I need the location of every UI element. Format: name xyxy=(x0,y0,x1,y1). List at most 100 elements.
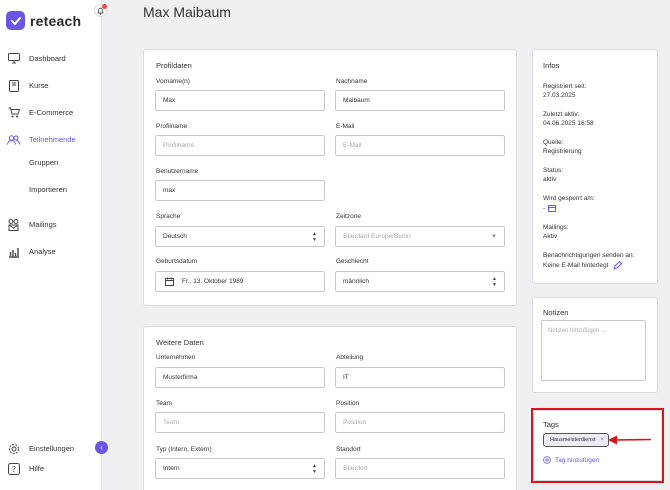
monitor-icon xyxy=(7,52,20,65)
location-field[interactable]: Standort xyxy=(335,458,505,479)
language-select[interactable]: Deutsch ▲ ▼ xyxy=(155,226,325,247)
tag-label: Hausmeisterdienst xyxy=(550,437,596,443)
logo[interactable]: reteach xyxy=(6,11,81,30)
sidebar-item-analyse[interactable]: Analyse xyxy=(7,245,56,258)
notes-textarea[interactable]: Notizen hinzufügen ... xyxy=(541,320,646,381)
timezone-select[interactable]: Standard Europe/Berlin ▼ xyxy=(335,226,505,247)
chevron-left-icon: ‹ xyxy=(100,443,103,452)
sidebar-item-label: Einstellungen xyxy=(29,444,75,453)
sidebar-item-einstellungen[interactable]: Einstellungen xyxy=(7,442,74,455)
notify-value: Keine E-Mail hinterlegt xyxy=(543,262,609,269)
timezone-value: Standard Europe/Berlin xyxy=(343,233,411,240)
source-label: Quelle: xyxy=(543,139,564,146)
blocked-row: - xyxy=(543,204,557,213)
birthdate-value: Fr., 13. Oktober 1989 xyxy=(182,278,244,285)
mailings-value: Aktiv xyxy=(543,233,558,240)
chart-icon xyxy=(7,245,20,258)
collapse-sidebar-button[interactable]: ‹ xyxy=(95,441,108,454)
sidebar-item-label: E-Commerce xyxy=(29,108,74,117)
annotation-arrow-icon xyxy=(608,435,652,445)
notify-row: Keine E-Mail hinterlegt xyxy=(543,261,623,270)
sidebar-item-dashboard[interactable]: Dashboard xyxy=(7,52,66,65)
birthdate-field[interactable]: Fr., 13. Oktober 1989 xyxy=(155,271,325,292)
sidebar-item-teilnehmende[interactable]: Teilnehmende xyxy=(7,133,76,146)
gear-icon xyxy=(7,442,20,455)
firstname-field[interactable]: Max xyxy=(155,90,325,111)
sidebar-item-ecommerce[interactable]: E-Commerce xyxy=(7,106,73,119)
type-value: Intern xyxy=(163,465,180,472)
add-tag-button[interactable]: Tag hinzufügen xyxy=(543,456,599,464)
sidebar-item-label: Kurse xyxy=(29,81,49,90)
firstname-label: Vorname(n) xyxy=(156,78,190,85)
notification-dot xyxy=(102,4,107,9)
team-field[interactable]: Team xyxy=(155,412,325,433)
reteach-logo-icon xyxy=(6,11,25,30)
select-arrows-icon: ▲ ▼ xyxy=(312,462,317,475)
email-field[interactable]: E-Mail xyxy=(335,135,505,156)
sidebar-item-label: Dashboard xyxy=(29,54,66,63)
sidebar-item-kurse[interactable]: Kurse xyxy=(7,79,49,92)
email-label: E-Mail xyxy=(336,123,355,130)
last-active-value: 04.06.2025 16:58 xyxy=(543,120,594,127)
type-select[interactable]: Intern ▲ ▼ xyxy=(155,458,325,479)
select-arrows-icon: ▲ ▼ xyxy=(492,275,497,288)
lastname-field[interactable]: Maibaum xyxy=(335,90,505,111)
profile-card xyxy=(143,49,517,306)
tag-chip[interactable]: Hausmeisterdienst × xyxy=(543,433,609,447)
sidebar-item-gruppen[interactable]: Gruppen xyxy=(29,158,58,167)
language-label: Sprache xyxy=(156,213,181,220)
registered-label: Registriert seit: xyxy=(543,83,587,90)
infos-card-title: Infos xyxy=(543,61,560,70)
sidebar-item-label: Mailings xyxy=(29,220,57,229)
notes-card-title: Notizen xyxy=(543,308,569,317)
mailings-label: Mailings: xyxy=(543,224,569,231)
sidebar-item-importieren[interactable]: Importieren xyxy=(29,185,67,194)
department-label: Abteilung xyxy=(336,354,364,361)
company-label: Unternehmen xyxy=(156,354,196,361)
source-value: Registrierung xyxy=(543,148,582,155)
tag-remove-icon[interactable]: × xyxy=(600,437,604,443)
add-tag-label: Tag hinzufügen xyxy=(555,456,600,464)
lastname-label: Nachname xyxy=(336,78,368,85)
username-label: Benutzername xyxy=(156,168,199,175)
calendar-icon xyxy=(165,277,174,286)
svg-text:?: ? xyxy=(11,465,15,474)
help-icon: ? xyxy=(7,462,20,475)
last-active-label: Zuletzt aktiv: xyxy=(543,111,580,118)
sidebar-item-hilfe[interactable]: ? Hilfe xyxy=(7,462,44,475)
tags-card-title: Tags xyxy=(543,420,559,429)
more-data-card-title: Weitere Daten xyxy=(156,338,204,347)
status-label: Status: xyxy=(543,167,564,174)
notify-label: Benachrichtigungen senden an: xyxy=(543,252,635,259)
username-field[interactable]: max xyxy=(155,180,325,201)
chevron-down-icon: ▼ xyxy=(491,233,497,240)
profilename-field[interactable]: Profilname xyxy=(155,135,325,156)
blocked-label: Wird gesperrt am: xyxy=(543,195,595,202)
location-label: Standort xyxy=(336,446,361,453)
sidebar-item-label: Teilnehmende xyxy=(29,135,76,144)
sidebar-item-mailings[interactable]: Mailings xyxy=(7,218,57,231)
notification-bell-icon[interactable] xyxy=(94,4,107,17)
mail-users-icon xyxy=(7,218,20,231)
plus-circle-icon xyxy=(543,456,551,464)
profilename-label: Profilname xyxy=(156,123,188,130)
type-label: Typ (Intern, Extern) xyxy=(156,446,212,453)
book-icon xyxy=(7,79,20,92)
profile-card-title: Profildaten xyxy=(156,61,192,70)
pencil-icon[interactable] xyxy=(613,261,623,270)
logo-text: reteach xyxy=(30,12,82,29)
gender-value: männlich xyxy=(343,278,370,285)
blocked-value: - xyxy=(543,205,546,212)
status-value: aktiv xyxy=(543,176,557,183)
registered-value: 27.03.2025 xyxy=(543,92,576,99)
department-field[interactable]: IT xyxy=(335,367,505,388)
gender-select[interactable]: männlich ▲ ▼ xyxy=(335,271,505,292)
cart-icon xyxy=(7,106,20,119)
page-title: Max Maibaum xyxy=(143,4,231,20)
gender-label: Geschlecht xyxy=(336,258,369,265)
calendar-edit-icon[interactable] xyxy=(548,204,557,213)
sidebar-item-label: Hilfe xyxy=(29,464,45,473)
position-field[interactable]: Position xyxy=(335,412,505,433)
company-field[interactable]: Musterfirma xyxy=(155,367,325,388)
team-label: Team xyxy=(156,400,172,407)
